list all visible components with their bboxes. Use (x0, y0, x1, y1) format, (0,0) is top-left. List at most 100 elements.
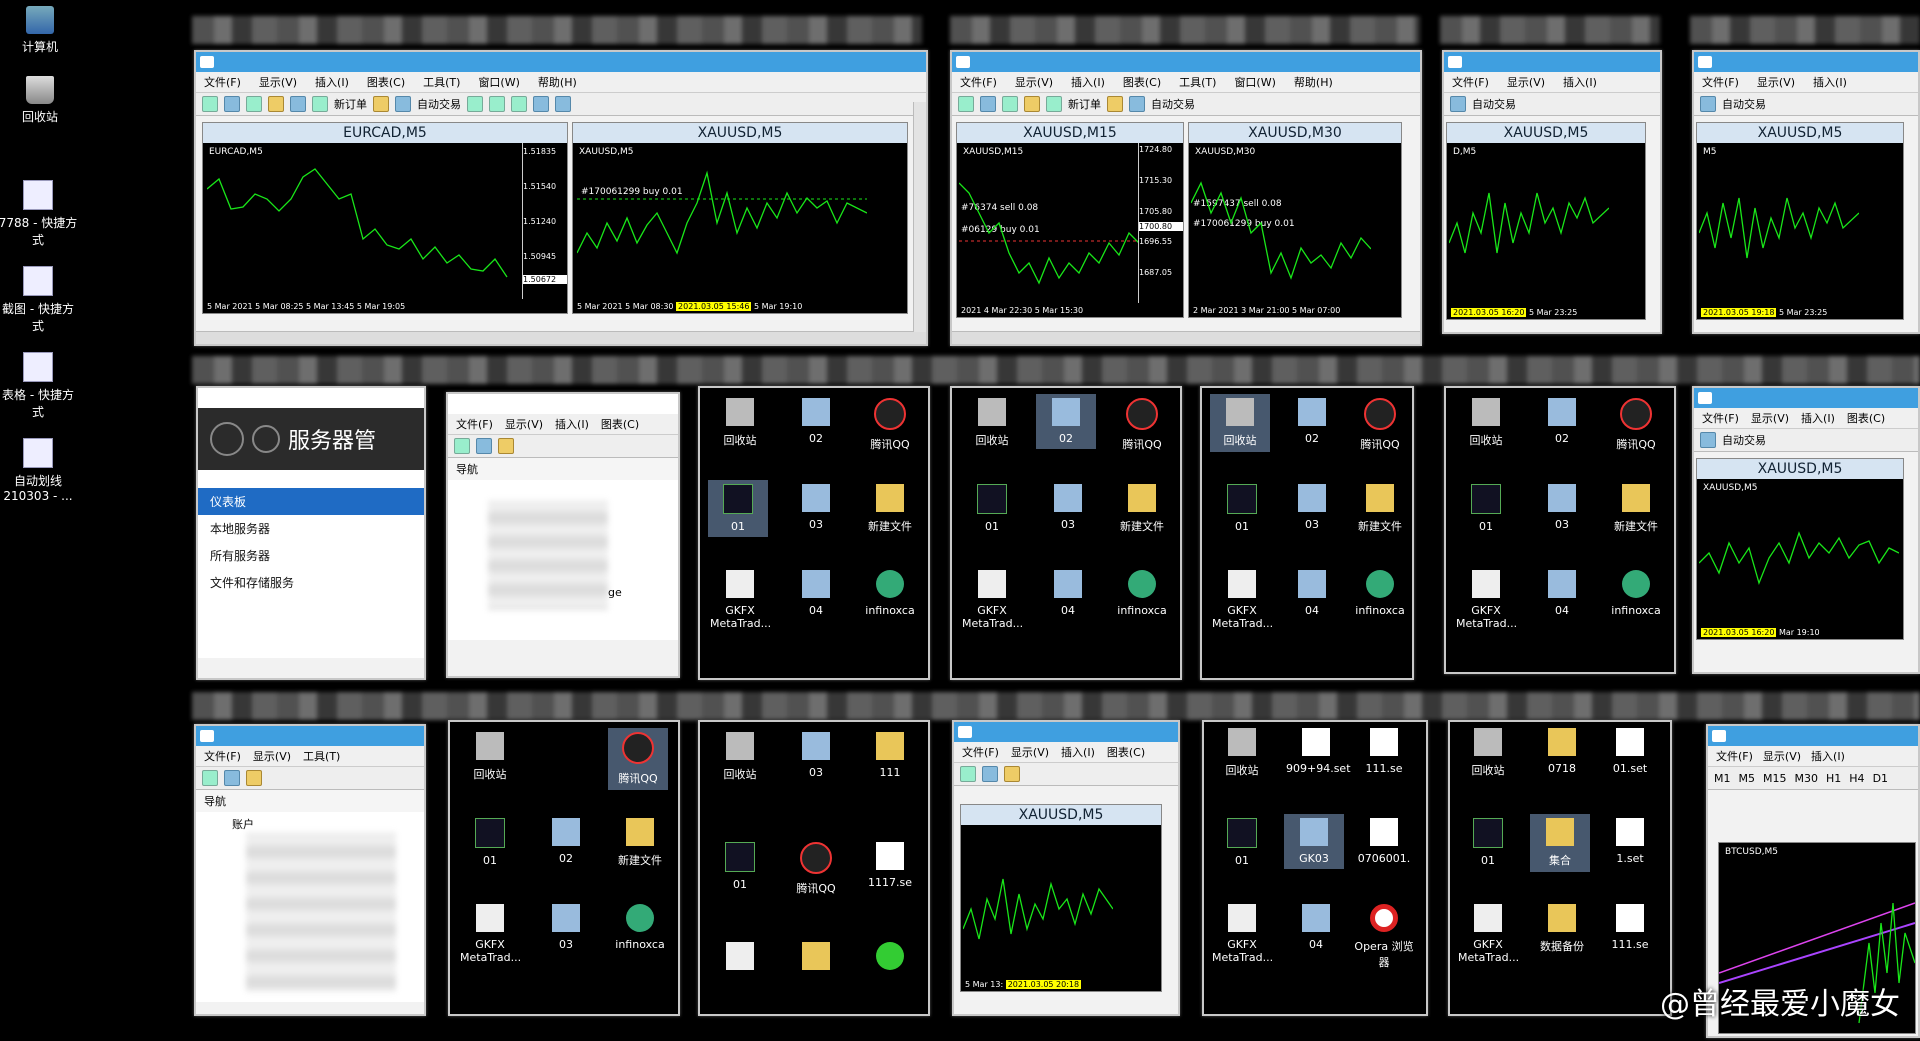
desktop-item[interactable]: 回收站 (1456, 398, 1516, 448)
globe-icon[interactable] (395, 96, 411, 112)
vertical-scrollbar[interactable] (913, 102, 926, 332)
chart-window-xauusd-m5[interactable]: XAUUSD,M5 M5 2021.03.05 19:18 5 Mar 23:2… (1696, 122, 1904, 320)
globe-icon[interactable] (1450, 96, 1466, 112)
desktop-item[interactable]: 04 (786, 570, 846, 617)
desktop-item[interactable]: 腾讯QQ (1350, 398, 1410, 452)
menu-insert[interactable]: 插入(I) (1813, 74, 1847, 90)
desktop-item[interactable]: 01 (1456, 484, 1516, 533)
market-watch-icon[interactable] (246, 96, 262, 112)
desktop-item[interactable]: 回收站 (1458, 728, 1518, 778)
desktop-item[interactable]: 02 (536, 818, 596, 865)
desktop-item[interactable]: GKFX MetaTrad... (1212, 904, 1273, 964)
desktop-item[interactable]: GKFX MetaTrad... (460, 904, 521, 964)
mt4-window-thumbnail[interactable]: 文件(F) 显示(V) 插入(I) 图表(C) 自动交易 XAUUSD,M5 X… (1692, 386, 1920, 674)
chart-window-xauusd[interactable]: XAUUSD,M5 XAUUSD,M5 #170061299 buy 0.01 … (572, 122, 908, 314)
menu-view[interactable]: 显示(V) (1015, 74, 1053, 90)
chart-window-xauusd-m5[interactable]: XAUUSD,M5 XAUUSD,M5 2021.03.05 16:20 Mar… (1696, 458, 1904, 640)
globe-icon[interactable] (1700, 432, 1716, 448)
desktop-item[interactable]: 新建文件 (1112, 484, 1172, 534)
period-d1[interactable]: D1 (1873, 772, 1888, 785)
menu-view[interactable]: 显示(V) (1507, 74, 1545, 90)
menu-file[interactable]: 文件(F) (1702, 410, 1739, 426)
menu-file[interactable]: 文件(F) (204, 74, 241, 90)
desktop-item[interactable]: infinoxca (610, 904, 670, 951)
auto-trading-button[interactable]: 自动交易 (1151, 96, 1195, 112)
mt4-window-thumbnail[interactable]: 文件(F) 显示(V) 工具(T) 导航 账户 (194, 724, 426, 1016)
menu-view[interactable]: 显示(V) (1751, 410, 1789, 426)
desktop-item[interactable]: 02 (1532, 398, 1592, 445)
menu-view[interactable]: 显示(V) (505, 416, 543, 432)
mt4-window-thumbnail[interactable]: 文件(F) 显示(V) 插入(I) 自动交易 XAUUSD,M5 D,M5 20… (1442, 50, 1662, 334)
desktop-item[interactable]: 04 (1282, 570, 1342, 617)
desktop-item[interactable]: 新建文件 (610, 818, 670, 868)
new-chart-icon[interactable] (202, 770, 218, 786)
desktop-item[interactable] (710, 942, 770, 976)
candle-icon[interactable] (489, 96, 505, 112)
desktop-item[interactable]: 集合 (1530, 814, 1590, 872)
menu-window[interactable]: 窗口(W) (478, 74, 519, 90)
menu-file[interactable]: 文件(F) (1452, 74, 1489, 90)
menu-charts[interactable]: 图表(C) (367, 74, 405, 90)
period-m30[interactable]: M30 (1795, 772, 1819, 785)
menu-file[interactable]: 文件(F) (962, 744, 999, 760)
desktop-item[interactable]: GKFX MetaTrad... (710, 570, 771, 630)
desktop-item[interactable]: infinoxca (1350, 570, 1410, 617)
desktop-item[interactable]: 回收站 (710, 398, 770, 448)
back-icon[interactable] (210, 422, 244, 456)
mt4-window-thumbnail[interactable]: 文件(F) 显示(V) 插入(I) 图表(C) 工具(T) 窗口(W) 帮助(H… (950, 50, 1422, 346)
market-watch-icon[interactable] (1002, 96, 1018, 112)
desktop-item[interactable]: 1117.se (860, 842, 920, 889)
desktop-thumbnail[interactable]: 回收站 02 腾讯QQ 01 03 新建文件 GKFX MetaTrad... … (1444, 386, 1676, 674)
chart-window-eurcad[interactable]: EURCAD,M5 EURCAD,M5 1.51835 1.51540 1.51… (202, 122, 568, 314)
menu-insert[interactable]: 插入(I) (1061, 744, 1095, 760)
desktop-icon-screenshot[interactable]: 截图 - 快捷方式 (0, 266, 78, 334)
desktop-item[interactable]: 04 (1532, 570, 1592, 617)
profiles-icon[interactable] (476, 438, 492, 454)
desktop-item[interactable]: 新建文件 (860, 484, 920, 534)
tree-account[interactable]: 账户 (232, 816, 254, 832)
menu-insert[interactable]: 插入(I) (315, 74, 349, 90)
menu-charts[interactable]: 图表(C) (1123, 74, 1161, 90)
chart-window-xauusd-m5[interactable]: XAUUSD,M5 D,M5 2021.03.05 16:20 5 Mar 23… (1446, 122, 1646, 320)
desktop-item[interactable]: 03 (536, 904, 596, 951)
desktop-thumbnail[interactable]: 回收站 腾讯QQ 01 02 新建文件 GKFX MetaTrad... 03 … (448, 720, 680, 1016)
menu-charts[interactable]: 图表(C) (1107, 744, 1145, 760)
new-chart-icon[interactable] (958, 96, 974, 112)
period-h4[interactable]: H4 (1849, 772, 1864, 785)
auto-trading-button[interactable]: 自动交易 (1722, 432, 1766, 448)
desktop-item[interactable]: GK03 (1284, 814, 1344, 869)
desktop-item[interactable]: 02 (786, 398, 846, 445)
experts-icon[interactable] (1107, 96, 1123, 112)
chart-window-xauusd-m15[interactable]: XAUUSD,M15 XAUUSD,M15 #76374 sell 0.08 #… (956, 122, 1184, 318)
desktop-icon-recycle-bin[interactable]: 回收站 (0, 76, 80, 125)
desktop-item[interactable]: 新建文件 (1350, 484, 1410, 534)
period-m15[interactable]: M15 (1763, 772, 1787, 785)
zoom-out-icon[interactable] (555, 96, 571, 112)
desktop-item[interactable]: 03 (786, 484, 846, 531)
auto-trading-button[interactable]: 自动交易 (1472, 96, 1516, 112)
menu-view[interactable]: 显示(V) (259, 74, 297, 90)
desktop-thumbnail[interactable]: 回收站 909+94.set 111.se 01 GK03 0706001. G… (1202, 720, 1428, 1016)
desktop-icon-computer[interactable]: 计算机 (0, 6, 80, 55)
nav-file-storage[interactable]: 文件和存储服务 (198, 569, 424, 596)
desktop-item[interactable]: 回收站 (710, 732, 770, 782)
desktop-item[interactable]: 01 (1458, 818, 1518, 867)
menu-help[interactable]: 帮助(H) (1294, 74, 1333, 90)
nav-local-server[interactable]: 本地服务器 (198, 515, 424, 542)
mt4-window-thumbnail[interactable]: 文件(F) 显示(V) 插入(I) 图表(C) XAUUSD,M5 5 Mar … (952, 720, 1180, 1016)
mt4-window-thumbnail[interactable]: 文件(F) 显示(V) 插入(I) 自动交易 XAUUSD,M5 M5 2021… (1692, 50, 1920, 334)
forward-icon[interactable] (252, 425, 280, 453)
menu-window[interactable]: 窗口(W) (1234, 74, 1275, 90)
profiles-icon[interactable] (982, 766, 998, 782)
menu-insert[interactable]: 插入(I) (555, 416, 589, 432)
new-chart-icon[interactable] (454, 438, 470, 454)
desktop-item[interactable]: 数据备份 (1532, 904, 1592, 954)
desktop-item[interactable]: 新建文件 (1606, 484, 1666, 534)
nav-dashboard[interactable]: 仪表板 (198, 488, 424, 515)
menu-view[interactable]: 显示(V) (1011, 744, 1049, 760)
desktop-item[interactable]: 01 (460, 818, 520, 867)
profiles-icon[interactable] (224, 770, 240, 786)
navigator-icon[interactable] (246, 770, 262, 786)
menu-file[interactable]: 文件(F) (960, 74, 997, 90)
server-manager-thumbnail[interactable]: 服务器管 仪表板 本地服务器 所有服务器 文件和存储服务 (196, 386, 426, 680)
